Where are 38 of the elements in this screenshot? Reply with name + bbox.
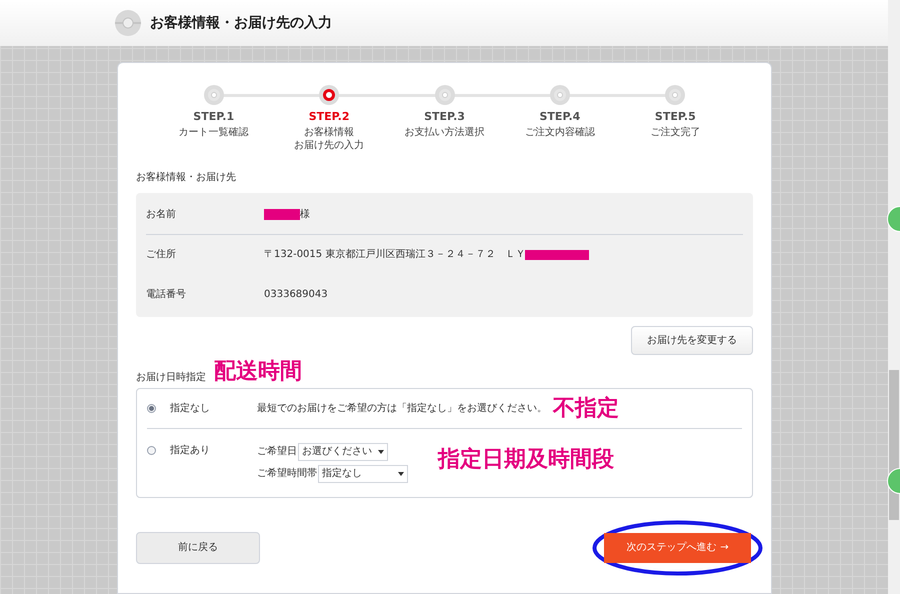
field-value: 〒132-0015 東京都江戸川区西瑞江３－２４－７２ ＬＹ xyxy=(264,248,526,262)
radio-button[interactable] xyxy=(147,404,156,412)
step-label: STEP.1 xyxy=(193,109,234,125)
change-address-button[interactable]: お届け先を変更する xyxy=(631,326,753,354)
section-heading: お客様情報・お届け先 xyxy=(136,170,237,184)
field-label: お名前 xyxy=(146,208,177,222)
back-button[interactable]: 前に戻る xyxy=(136,532,260,564)
step-label: STEP.4 xyxy=(540,109,580,125)
option-note: 最短でのお届けをご希望の方は「指定なし」をお選びください。 xyxy=(257,402,547,416)
field-label: 電話番号 xyxy=(146,288,187,302)
next-step-button[interactable]: 次のステップへ進む → xyxy=(604,532,751,562)
step-label: STEP.2 xyxy=(308,109,350,125)
annotation-text: 不指定 xyxy=(553,394,619,422)
dropdown[interactable]: 指定なし xyxy=(318,464,408,482)
page-title: お客様情報・お届け先の入力 xyxy=(150,14,332,32)
caret-icon xyxy=(398,472,404,476)
radio-button[interactable] xyxy=(147,446,156,454)
step-caption: ご注文完了 xyxy=(650,126,700,138)
option-label: 指定あり xyxy=(170,444,210,458)
caret-icon xyxy=(378,450,384,454)
dropdown[interactable]: お選びください xyxy=(298,442,388,460)
step-caption: お支払い方法選択 xyxy=(404,126,485,138)
field-label: ご住所 xyxy=(146,248,177,262)
option-label: 指定なし xyxy=(170,402,210,416)
ball-logo-icon xyxy=(114,9,142,37)
step-caption: ご注文内容確認 xyxy=(524,126,595,138)
annotation-text: 配送時間 xyxy=(214,358,302,384)
step-caption: お届け先の入力 xyxy=(294,138,364,152)
step-caption: カート一覧確認 xyxy=(178,126,249,138)
field-value: 様 xyxy=(300,208,310,222)
step-caption: お客様情報 xyxy=(304,126,354,138)
step-label: STEP.3 xyxy=(424,109,465,125)
section-heading: お届け日時指定 xyxy=(136,370,206,384)
field-label: ご希望日 xyxy=(257,444,297,459)
step-label: STEP.5 xyxy=(654,109,696,125)
annotation-text: 指定日期及時間段 xyxy=(438,446,614,474)
field-value: 0333689043 xyxy=(264,288,328,302)
field-label: ご希望時間帯 xyxy=(257,466,317,481)
